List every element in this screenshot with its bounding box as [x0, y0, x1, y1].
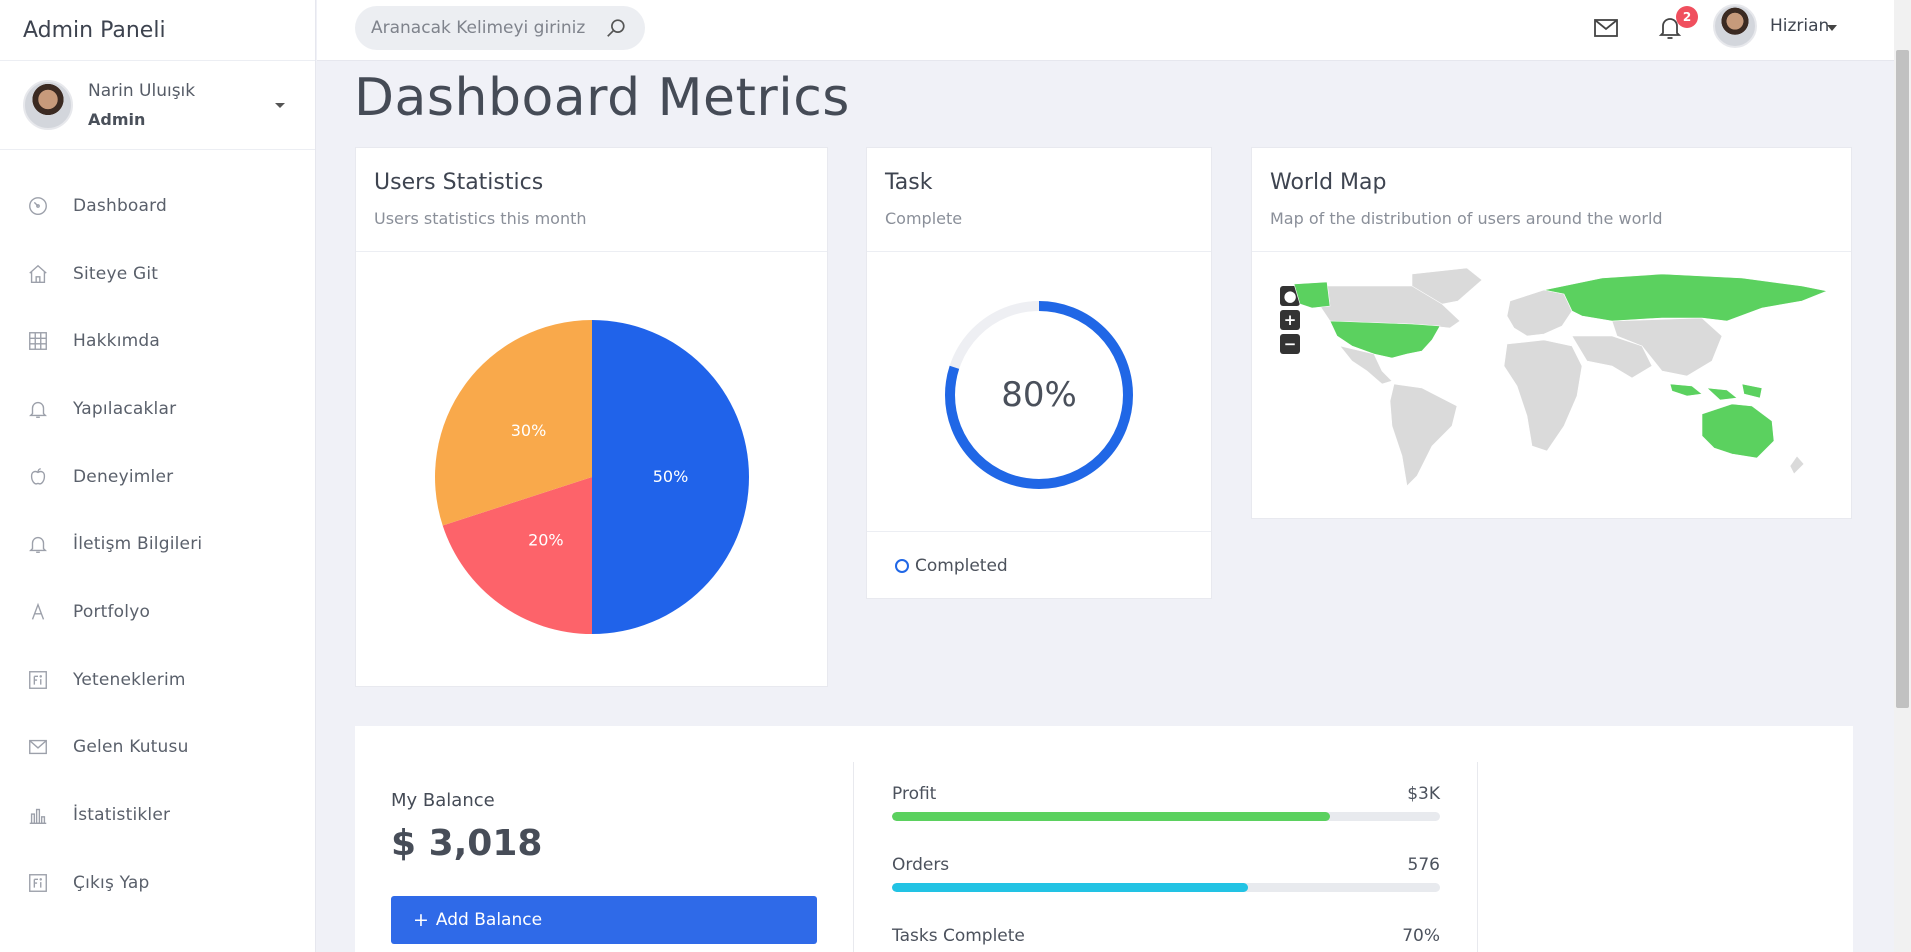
- divider: [853, 762, 854, 952]
- sidebar-item-label: Hakkımda: [73, 331, 160, 352]
- sidebar-item-label: Yeteneklerim: [73, 669, 186, 690]
- users-statistics-card: Users Statistics Users statistics this m…: [355, 147, 828, 687]
- mail-icon[interactable]: [1593, 17, 1619, 43]
- sidebar-item-yapilacaklar[interactable]: Yapılacaklar: [0, 375, 315, 443]
- pie-slice-label-2: 30%: [511, 421, 547, 440]
- stat-value: 70%: [1402, 926, 1440, 946]
- search-icon[interactable]: [605, 17, 627, 44]
- sidebar-item-yeteneklerim[interactable]: Yeteneklerim: [0, 646, 315, 714]
- world-map-card: World Map Map of the distribution of use…: [1251, 147, 1852, 519]
- stat-label: Tasks Complete: [892, 926, 1025, 946]
- pie-slice-label-0: 50%: [653, 467, 689, 486]
- sidebar-item-label: Deneyimler: [73, 466, 174, 487]
- avatar: [23, 80, 73, 130]
- bell-icon: [26, 397, 50, 421]
- sidebar-item-cikis-yap[interactable]: Çıkış Yap: [0, 849, 315, 917]
- sidebar-user-profile[interactable]: Narin Uluışık Admin: [0, 61, 315, 150]
- stat-label: Orders: [892, 855, 950, 875]
- card-title: World Map: [1270, 170, 1387, 195]
- sidebar-item-deneyimler[interactable]: Deneyimler: [0, 443, 315, 511]
- fi-icon: [26, 871, 50, 895]
- sidebar-item-siteye-git[interactable]: Siteye Git: [0, 240, 315, 308]
- task-progress-ring: 80%: [945, 301, 1133, 489]
- users-pie-chart: 50% 20% 30%: [435, 320, 749, 634]
- notification-badge: 2: [1676, 6, 1698, 28]
- bar-chart-icon: [26, 803, 50, 827]
- task-percent: 80%: [1001, 375, 1077, 415]
- card-subtitle: Complete: [885, 209, 963, 228]
- card-subtitle: Map of the distribution of users around …: [1270, 209, 1663, 228]
- letter-a-icon: [26, 600, 50, 624]
- task-card: Task Complete 80% Completed: [866, 147, 1212, 599]
- sidebar-item-label: İletişm Bilgileri: [73, 534, 203, 555]
- sidebar-item-label: Çıkış Yap: [73, 872, 150, 893]
- stat-value: $3K: [1407, 784, 1440, 804]
- page-title: Dashboard Metrics: [354, 68, 850, 128]
- plus-icon: +: [413, 909, 429, 931]
- caret-down-icon[interactable]: [275, 103, 285, 108]
- fi-icon: [26, 668, 50, 692]
- sidebar-item-label: Siteye Git: [73, 263, 159, 284]
- task-legend: Completed: [867, 531, 1211, 599]
- user-name: Narin Uluışık: [88, 81, 196, 101]
- divider: [1477, 762, 1478, 952]
- sidebar-item-dashboard[interactable]: Dashboard: [0, 172, 315, 240]
- gauge-icon: [26, 194, 50, 218]
- brand-title[interactable]: Admin Paneli: [0, 0, 315, 61]
- sidebar-item-label: Dashboard: [73, 195, 168, 216]
- progress-bar: [892, 812, 1440, 821]
- scrollbar-thumb[interactable]: [1896, 50, 1909, 708]
- grid-icon: [26, 329, 50, 353]
- home-icon: [26, 262, 50, 286]
- sidebar-item-label: Gelen Kutusu: [73, 737, 189, 758]
- add-balance-button[interactable]: + Add Balance: [391, 896, 817, 944]
- apple-icon: [26, 465, 50, 489]
- sidebar-item-portfolyo[interactable]: Portfolyo: [0, 578, 315, 646]
- card-title: Task: [885, 170, 933, 195]
- sidebar-item-iletisim[interactable]: İletişm Bilgileri: [0, 510, 315, 578]
- mail-icon: [26, 735, 50, 759]
- search-input[interactable]: [371, 18, 601, 38]
- sidebar-menu: Dashboard Siteye Git Hakkımda Yapılacakl…: [0, 150, 315, 917]
- stat-value: 576: [1407, 855, 1440, 875]
- sidebar-item-label: Portfolyo: [73, 601, 151, 622]
- balance-label: My Balance: [391, 790, 495, 811]
- task-legend-label: Completed: [915, 555, 1008, 576]
- bell-icon: [26, 532, 50, 556]
- sidebar-item-gelen-kutusu[interactable]: Gelen Kutusu: [0, 714, 315, 782]
- circle-icon: [895, 558, 909, 573]
- topbar: 2 Hizrian: [317, 0, 1894, 61]
- sidebar: Admin Paneli Narin Uluışık Admin Dashboa…: [0, 0, 316, 952]
- sidebar-item-label: Yapılacaklar: [73, 398, 177, 419]
- balance-card: My Balance $ 3,018 + Add Balance Profit …: [355, 726, 1853, 952]
- sidebar-item-hakkimda[interactable]: Hakkımda: [0, 307, 315, 375]
- balance-value: $ 3,018: [391, 823, 543, 864]
- card-title: Users Statistics: [374, 170, 544, 195]
- search-box: [355, 6, 645, 50]
- pie-slice-label-1: 20%: [528, 531, 564, 550]
- user-role: Admin: [88, 110, 146, 129]
- stat-orders: Orders 576: [892, 855, 1440, 892]
- progress-fill: [892, 812, 1331, 821]
- scrollbar[interactable]: [1894, 0, 1911, 952]
- avatar[interactable]: [1713, 4, 1757, 48]
- progress-fill: [892, 883, 1249, 892]
- caret-down-icon[interactable]: [1827, 25, 1837, 31]
- add-balance-label: Add Balance: [435, 910, 543, 930]
- card-subtitle: Users statistics this month: [374, 209, 587, 228]
- progress-bar: [892, 883, 1440, 892]
- stat-profit: Profit $3K: [892, 784, 1440, 821]
- world-map[interactable]: [1282, 266, 1842, 511]
- sidebar-item-label: İstatistikler: [73, 805, 171, 826]
- stat-label: Profit: [892, 784, 937, 804]
- sidebar-item-istatistikler[interactable]: İstatistikler: [0, 781, 315, 849]
- stat-tasks-complete: Tasks Complete 70%: [892, 926, 1440, 952]
- user-menu-name[interactable]: Hizrian: [1770, 16, 1829, 36]
